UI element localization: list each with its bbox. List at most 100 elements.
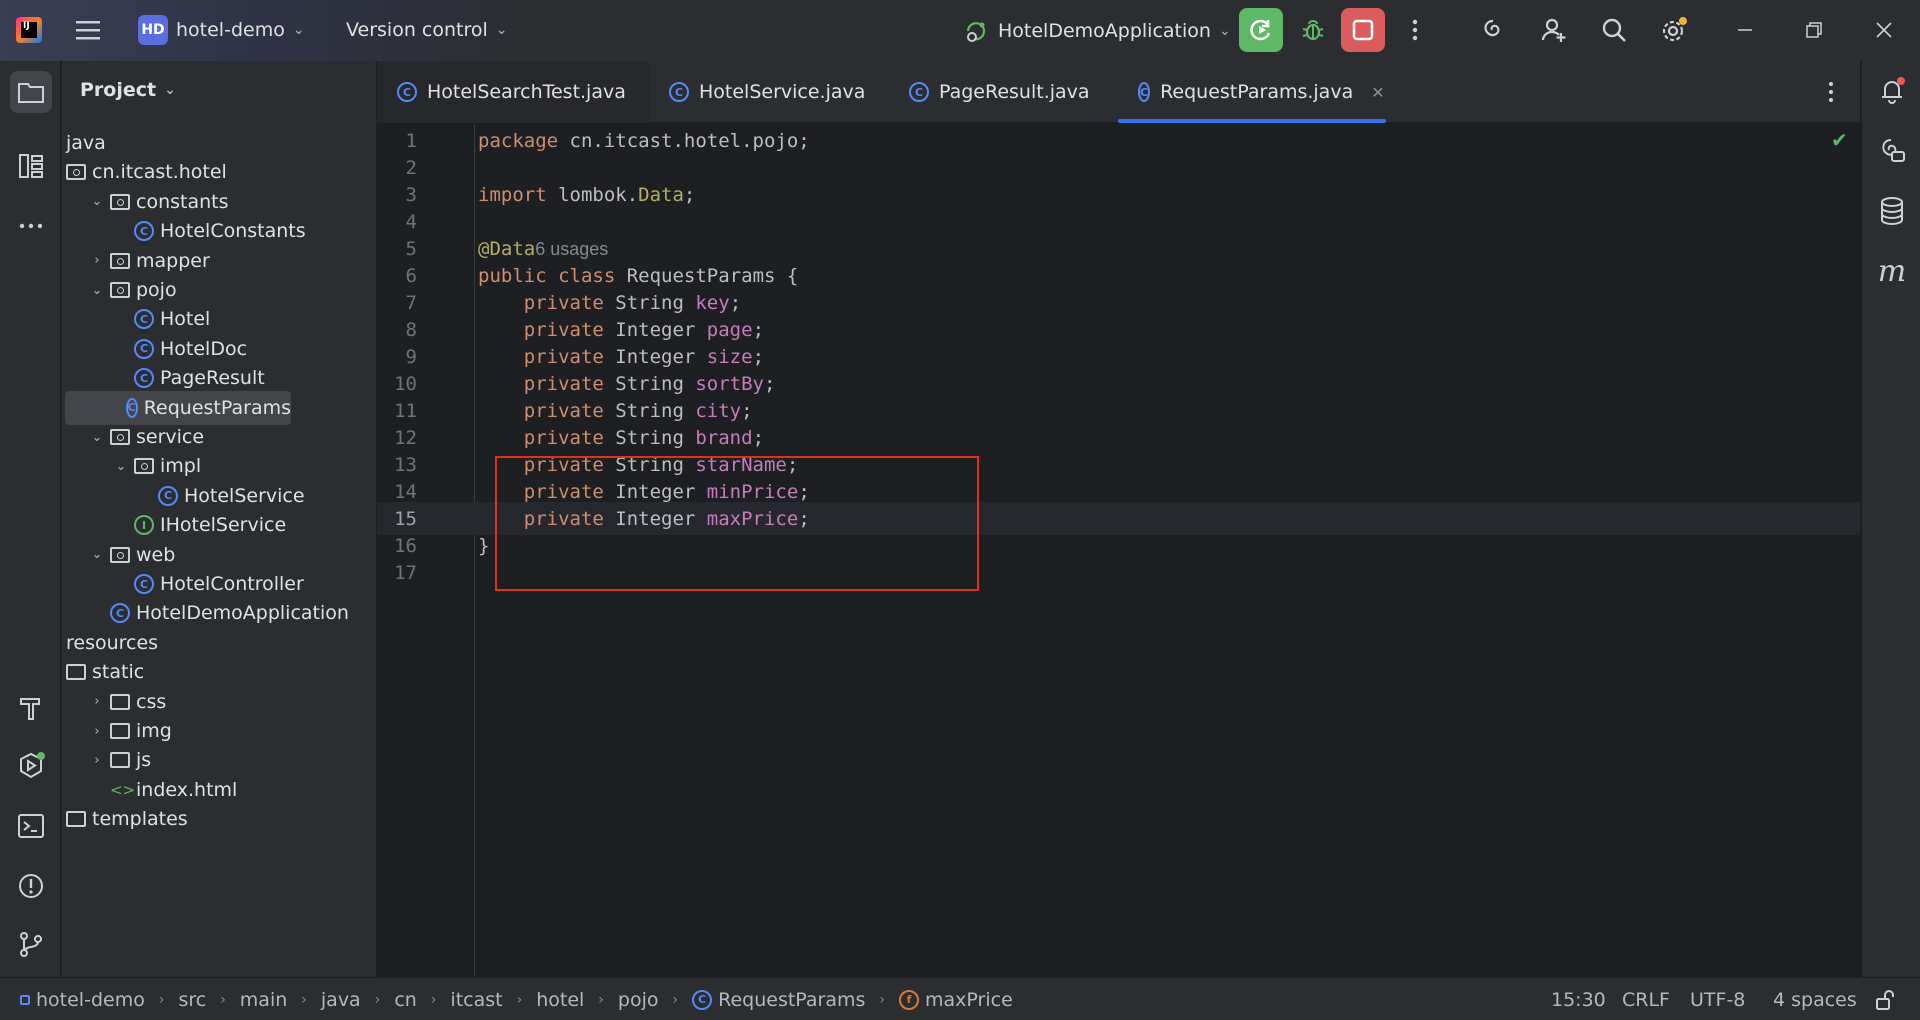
maven-button[interactable]: m — [1872, 251, 1912, 291]
stop-button[interactable] — [1341, 8, 1385, 52]
indent-setting[interactable]: 4 spaces — [1773, 978, 1857, 1020]
tab-hotelservice[interactable]: C HotelService.java — [649, 61, 889, 123]
tab-label: PageResult.java — [939, 81, 1090, 103]
project-switcher[interactable]: HD hotel-demo ⌄ — [138, 15, 305, 45]
debug-button[interactable] — [1293, 10, 1333, 50]
add-user-button[interactable] — [1534, 10, 1574, 50]
tab-pageresult[interactable]: C PageResult.java — [889, 61, 1125, 123]
line-number: 16 — [394, 534, 417, 557]
close-tab-icon[interactable]: ✕ — [1371, 83, 1384, 102]
line-number: 13 — [394, 453, 417, 476]
chevron-right-icon[interactable]: › — [90, 724, 104, 739]
breadcrumb-item[interactable]: cn — [394, 989, 417, 1011]
tree-item-label: service — [136, 426, 205, 448]
breadcrumb-item[interactable]: main — [240, 989, 287, 1011]
run-config-selector[interactable]: HotelDemoApplication ⌄ — [962, 17, 1231, 45]
gear-icon — [1662, 17, 1687, 42]
ai-chat-button[interactable] — [1872, 131, 1912, 171]
ai-chat-icon — [1882, 139, 1905, 162]
line-number: 4 — [405, 210, 417, 233]
project-panel-header[interactable]: Project ⌄ — [80, 79, 176, 101]
breadcrumb-item[interactable]: itcast — [450, 989, 502, 1011]
minimize-button[interactable] — [1725, 10, 1765, 50]
project-panel: Project ⌄ java cn.itcast.hotel ⌄ constants C… — [62, 61, 376, 977]
problems-tool-button[interactable] — [10, 865, 52, 907]
app-logo[interactable]: IJ — [16, 17, 42, 43]
interface-icon: I — [134, 515, 154, 536]
chevron-right-icon[interactable]: › — [90, 753, 104, 768]
code-editor[interactable]: 1 package cn.itcast.hotel.pojo; 2 3 import l… — [377, 124, 1860, 977]
tree-item[interactable]: templates — [66, 802, 188, 836]
tree-item-label: HotelService — [184, 484, 305, 507]
class-icon: C — [125, 397, 138, 418]
vcs-menu[interactable]: Version control ⌄ — [346, 19, 508, 41]
project-badge: HD — [138, 15, 168, 45]
breadcrumb-item[interactable]: pojo — [618, 989, 659, 1011]
database-button[interactable] — [1872, 191, 1912, 231]
usages-hint[interactable]: 6 usages — [535, 239, 608, 259]
line-number: 7 — [405, 291, 417, 314]
highlight-box — [495, 456, 979, 591]
line-separator[interactable]: CRLF — [1622, 978, 1670, 1020]
main-menu-icon[interactable] — [68, 10, 108, 50]
spring-app-icon: C — [110, 603, 130, 624]
code-text: @Data6 usages — [478, 237, 609, 260]
tab-requestparams[interactable]: C RequestParams.java ✕ — [1118, 61, 1386, 123]
services-icon — [20, 752, 45, 779]
structure-icon — [19, 154, 43, 178]
more-actions-button[interactable] — [1395, 10, 1435, 50]
vcs-menu-label: Version control — [346, 19, 488, 41]
file-encoding[interactable]: UTF-8 — [1690, 978, 1745, 1020]
tree-item-label: HotelDoc — [160, 337, 248, 360]
build-tool-button[interactable] — [10, 687, 52, 729]
chevron-down-icon[interactable]: ⌄ — [90, 547, 104, 562]
breadcrumb-item[interactable]: hotel-demo — [36, 989, 145, 1011]
chevron-down-icon[interactable]: ⌄ — [114, 459, 128, 474]
tree-item-label: web — [136, 543, 176, 566]
folder-icon — [66, 664, 86, 681]
chevron-down-icon[interactable]: ⌄ — [90, 430, 104, 445]
chevron-down-icon[interactable]: ⌄ — [90, 283, 104, 298]
structure-tool-button[interactable] — [10, 145, 52, 187]
code-text: public class RequestParams { — [478, 264, 799, 287]
project-tool-button[interactable] — [10, 71, 52, 113]
line-number: 8 — [405, 318, 417, 341]
readonly-toggle[interactable] — [1874, 978, 1896, 1020]
project-name: hotel-demo — [176, 19, 285, 41]
breadcrumb-item[interactable]: src — [178, 989, 206, 1011]
breadcrumb-item[interactable]: maxPrice — [925, 989, 1013, 1011]
chevron-right-icon[interactable]: › — [90, 694, 104, 709]
breadcrumb-item[interactable]: hotel — [536, 989, 584, 1011]
class-icon: C — [909, 82, 929, 102]
settings-button[interactable] — [1654, 10, 1694, 50]
chevron-down-icon[interactable]: ⌄ — [90, 194, 104, 209]
cursor-position[interactable]: 15:30 — [1551, 978, 1606, 1020]
ai-assistant-button[interactable] — [1473, 10, 1513, 50]
more-horizontal-icon — [19, 223, 43, 229]
title-bar: IJ HD hotel-demo ⌄ Version control ⌄ Hot… — [0, 0, 1920, 61]
breadcrumb-item[interactable]: RequestParams — [718, 989, 865, 1011]
search-button[interactable] — [1594, 10, 1634, 50]
maven-icon: m — [1877, 253, 1907, 289]
rerun-button[interactable] — [1239, 8, 1283, 52]
tab-options-button[interactable] — [1811, 72, 1851, 112]
tree-item-label: index.html — [136, 778, 238, 801]
more-vertical-icon — [1829, 82, 1833, 102]
close-window-button[interactable] — [1864, 10, 1904, 50]
tree-item-label: java — [66, 132, 106, 154]
chevron-right-icon[interactable]: › — [90, 253, 104, 268]
tab-hotelsearchtest[interactable]: C HotelSearchTest.java — [377, 61, 649, 123]
package-icon — [134, 458, 154, 475]
inspection-ok-icon[interactable]: ✔ — [1831, 128, 1848, 152]
terminal-tool-button[interactable] — [10, 805, 52, 847]
restore-button[interactable] — [1794, 10, 1834, 50]
notifications-button[interactable] — [1872, 71, 1912, 111]
more-tools-button[interactable] — [10, 205, 52, 247]
minimize-icon — [1738, 29, 1752, 31]
breadcrumb-item[interactable]: java — [321, 989, 361, 1011]
class-icon: C — [397, 82, 417, 102]
tree-item-label: img — [136, 720, 172, 742]
git-tool-button[interactable] — [10, 923, 52, 965]
git-branch-icon — [20, 932, 42, 957]
services-tool-button[interactable] — [10, 745, 52, 787]
